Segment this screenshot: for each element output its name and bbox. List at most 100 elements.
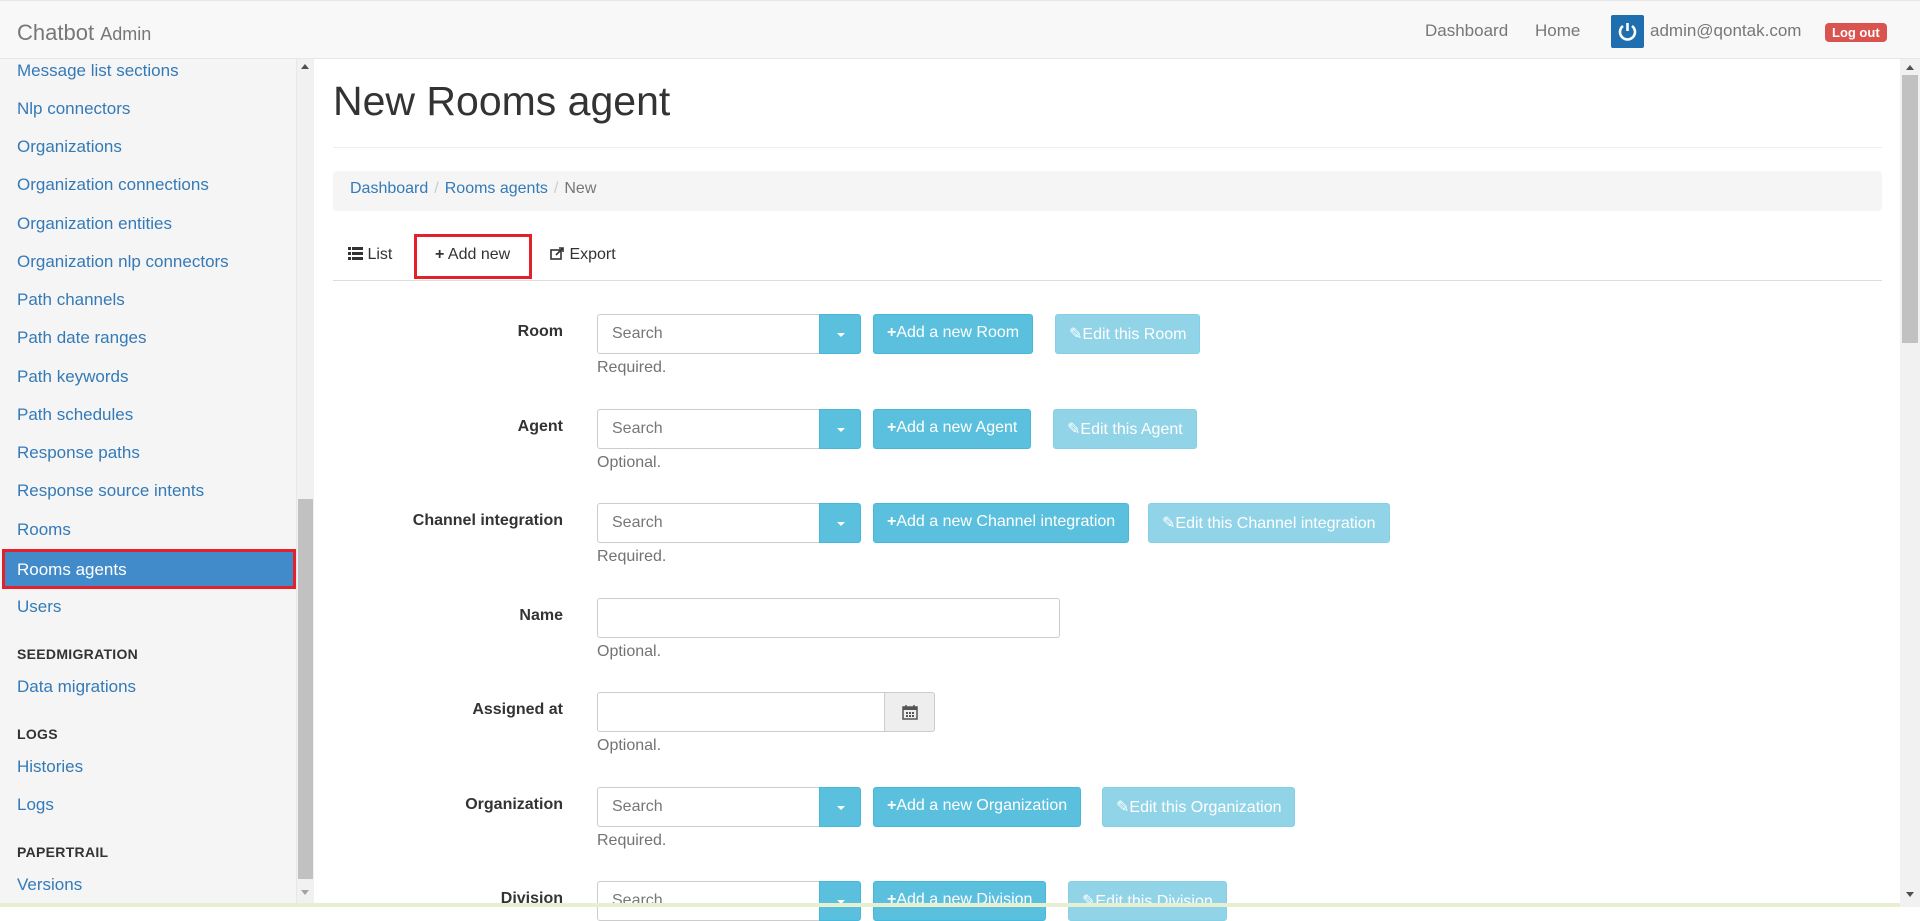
calendar-icon — [902, 705, 918, 720]
share-icon — [550, 247, 564, 260]
room-help: Required. — [597, 359, 667, 376]
division-search-input[interactable]: Search — [597, 881, 820, 921]
sidebar-section-seedmigration: SEEDMIGRATION — [17, 646, 139, 662]
tab-export[interactable]: Export — [535, 234, 631, 281]
caret-down-icon — [837, 522, 845, 526]
name-help: Optional. — [597, 643, 662, 660]
power-icon[interactable] — [1611, 15, 1644, 48]
scroll-down-arrow-icon[interactable] — [1906, 892, 1914, 897]
scroll-up-arrow-icon[interactable] — [1906, 65, 1914, 70]
edit-division-button[interactable]: ✎Edit this Division — [1068, 881, 1227, 921]
list-icon — [348, 247, 363, 260]
sidebar-item-rooms[interactable]: Rooms — [17, 520, 71, 540]
channel-integration-search-input[interactable]: Search — [597, 503, 820, 543]
pencil-icon: ✎ — [1069, 326, 1083, 343]
sidebar-section-logs: LOGS — [17, 726, 58, 742]
pencil-icon: ✎ — [1082, 893, 1096, 910]
sidebar-item-path-keywords[interactable]: Path keywords — [17, 367, 129, 387]
user-email-link[interactable]: admin@qontak.com — [1650, 21, 1801, 41]
plus-icon: + — [887, 513, 897, 530]
sidebar-item-organization-nlp-connectors[interactable]: Organization nlp connectors — [17, 252, 229, 272]
organization-search-input[interactable]: Search — [597, 787, 820, 827]
organization-select[interactable]: Search — [597, 787, 861, 827]
pencil-icon: ✎ — [1116, 799, 1130, 816]
add-room-button[interactable]: +Add a new Room — [873, 314, 1034, 354]
breadcrumb-dashboard[interactable]: Dashboard — [350, 180, 428, 197]
sidebar-item-rooms-agents[interactable]: Rooms agents — [2, 549, 296, 589]
breadcrumb: Dashboard / Rooms agents / New — [333, 171, 1882, 211]
breadcrumb-separator: / — [553, 180, 559, 197]
plus-icon: + — [887, 324, 897, 341]
brand-suffix: Admin — [100, 24, 152, 44]
name-input[interactable] — [597, 598, 1060, 638]
sidebar-item-versions[interactable]: Versions — [17, 875, 82, 895]
calendar-button[interactable] — [884, 692, 935, 732]
room-dropdown-button[interactable] — [819, 314, 861, 354]
tab-add-new-highlight — [414, 234, 532, 279]
top-navbar: Chatbot Admin Dashboard Home admin@qonta… — [0, 0, 1920, 59]
add-division-button[interactable]: +Add a new Division — [873, 881, 1047, 921]
tab-list[interactable]: List — [333, 234, 407, 281]
sidebar-item-logs[interactable]: Logs — [17, 795, 54, 815]
add-organization-button[interactable]: +Add a new Organization — [873, 787, 1082, 827]
tab-list-label: List — [367, 246, 393, 263]
page-scrollbar-thumb[interactable] — [1902, 75, 1918, 343]
sidebar-item-organization-connections[interactable]: Organization connections — [17, 175, 209, 195]
divider — [333, 147, 1882, 148]
pencil-icon: ✎ — [1067, 421, 1081, 438]
room-select[interactable]: Search — [597, 314, 861, 354]
sidebar-item-organization-entities[interactable]: Organization entities — [17, 214, 172, 234]
sidebar-item-nlp-connectors[interactable]: Nlp connectors — [17, 99, 130, 119]
breadcrumb-rooms-agents[interactable]: Rooms agents — [445, 180, 548, 197]
add-agent-button[interactable]: +Add a new Agent — [873, 409, 1032, 449]
assigned-at-input[interactable] — [597, 692, 885, 732]
sidebar-item-path-schedules[interactable]: Path schedules — [17, 405, 133, 425]
organization-help: Required. — [597, 832, 667, 849]
agent-dropdown-button[interactable] — [819, 409, 861, 449]
division-dropdown-button[interactable] — [819, 881, 861, 921]
channel-integration-help: Required. — [597, 548, 667, 565]
action-tabs: List + Add new Export — [333, 234, 1882, 281]
edit-agent-button[interactable]: ✎Edit this Agent — [1053, 409, 1197, 449]
sidebar-item-response-source-intents[interactable]: Response source intents — [17, 481, 204, 501]
add-channel-integration-button[interactable]: +Add a new Channel integration — [873, 503, 1130, 543]
sidebar-item-response-paths[interactable]: Response paths — [17, 443, 140, 463]
channel-integration-dropdown-button[interactable] — [819, 503, 861, 543]
room-search-input[interactable]: Search — [597, 314, 820, 354]
app-brand[interactable]: Chatbot Admin — [17, 20, 151, 46]
sidebar-item-label: Rooms agents — [17, 560, 127, 579]
agent-select[interactable]: Search — [597, 409, 861, 449]
agent-help: Optional. — [597, 454, 662, 471]
channel-integration-select[interactable]: Search — [597, 503, 861, 543]
sidebar-item-histories[interactable]: Histories — [17, 757, 83, 777]
nav-dashboard-link[interactable]: Dashboard — [1425, 21, 1508, 41]
edit-division-label: Edit this Division — [1095, 893, 1213, 910]
organization-dropdown-button[interactable] — [819, 787, 861, 827]
sidebar-item-path-channels[interactable]: Path channels — [17, 290, 125, 310]
plus-icon: + — [887, 797, 897, 814]
edit-channel-integration-button[interactable]: ✎Edit this Channel integration — [1148, 503, 1390, 543]
breadcrumb-separator: / — [434, 180, 439, 197]
sidebar-scrollbar-thumb[interactable] — [298, 499, 313, 879]
sidebar-item-users[interactable]: Users — [17, 597, 61, 617]
edit-organization-label: Edit this Organization — [1129, 799, 1282, 816]
sidebar-item-organizations[interactable]: Organizations — [17, 137, 122, 157]
edit-room-button[interactable]: ✎Edit this Room — [1055, 314, 1201, 354]
sidebar-item-path-date-ranges[interactable]: Path date ranges — [17, 328, 146, 348]
scroll-down-arrow-icon[interactable] — [301, 890, 309, 895]
scroll-up-arrow-icon[interactable] — [301, 64, 309, 69]
edit-agent-label: Edit this Agent — [1080, 421, 1183, 438]
sidebar-item-message-list-sections[interactable]: Message list sections — [17, 61, 179, 81]
sidebar-item-data-migrations[interactable]: Data migrations — [17, 677, 136, 697]
edit-organization-button[interactable]: ✎Edit this Organization — [1102, 787, 1296, 827]
add-organization-label: Add a new Organization — [896, 797, 1068, 814]
nav-home-link[interactable]: Home — [1535, 21, 1580, 41]
agent-search-input[interactable]: Search — [597, 409, 820, 449]
sidebar-section-papertrail: PAPERTRAIL — [17, 844, 109, 860]
logout-button[interactable]: Log out — [1825, 23, 1887, 42]
edit-room-label: Edit this Room — [1082, 326, 1187, 343]
division-select[interactable]: Search — [597, 881, 861, 921]
tab-export-label: Export — [569, 246, 616, 263]
sidebar: Message list sections Nlp connectors Org… — [0, 59, 297, 907]
room-label: Room — [517, 323, 563, 340]
